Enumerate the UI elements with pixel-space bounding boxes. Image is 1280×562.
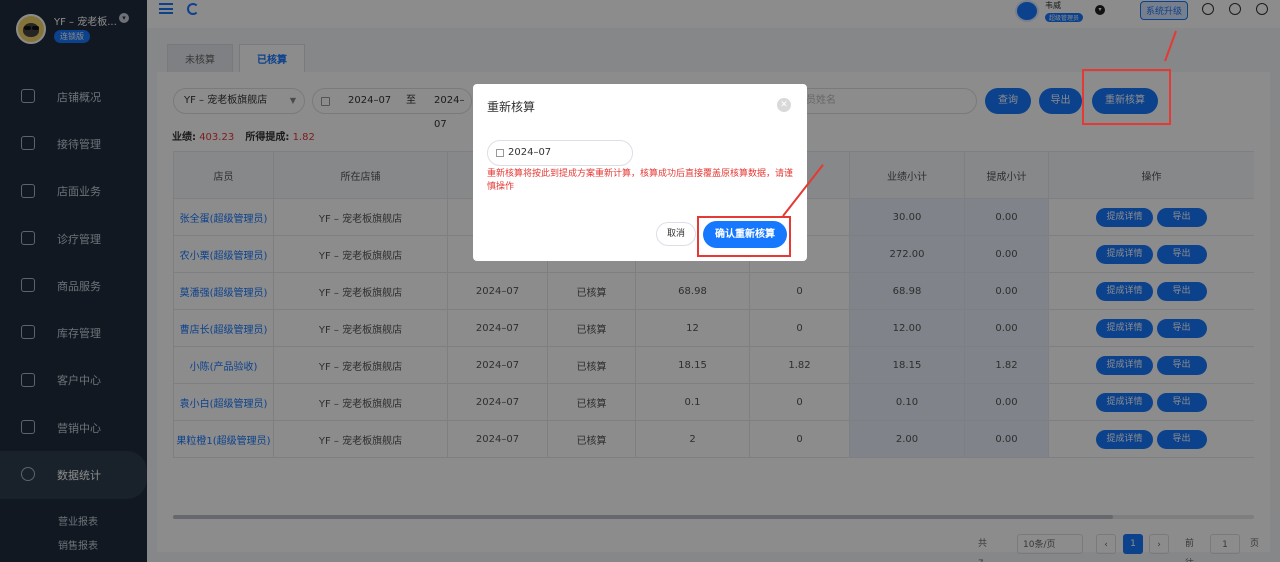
calendar-icon <box>496 149 504 157</box>
dialog-title: 重新核算 <box>487 100 536 114</box>
highlight-box <box>1082 69 1171 125</box>
highlight-box <box>697 216 791 257</box>
close-icon[interactable]: ✕ <box>777 98 791 112</box>
cancel-button[interactable]: 取消 <box>656 222 696 246</box>
month-picker[interactable]: 2024–07 <box>487 140 633 166</box>
warning-text: 重新核算将按此到提成方案重新计算，核算成功后直接覆盖原核算数据，请谨慎操作 <box>487 169 794 192</box>
